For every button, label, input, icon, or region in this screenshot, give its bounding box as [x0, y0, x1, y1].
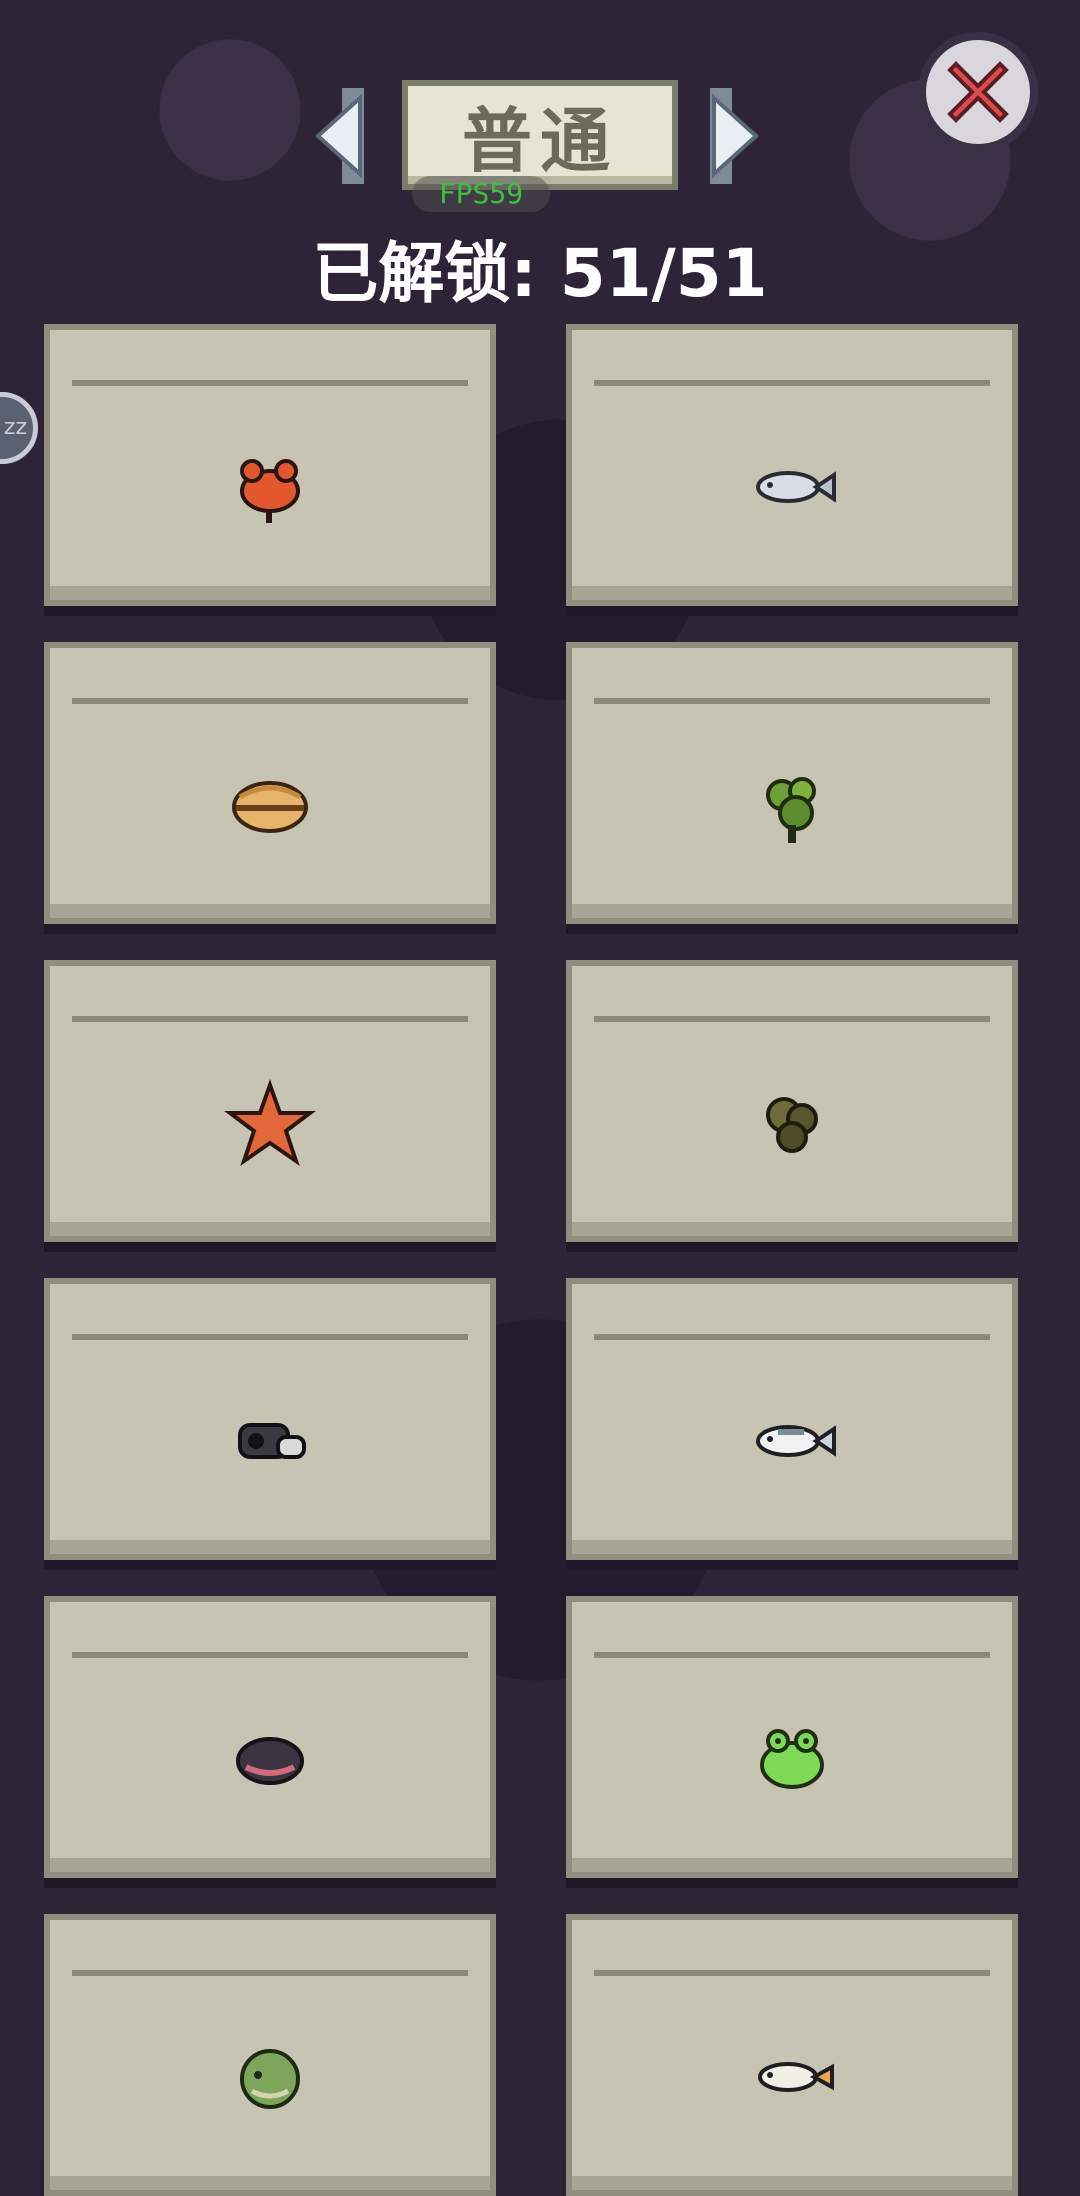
green-frog-icon: [760, 1728, 824, 1789]
item-card[interactable]: [566, 1278, 1018, 1560]
header: 普通 FPS59 已解锁: 51/51: [0, 0, 1080, 312]
item-card[interactable]: [44, 324, 496, 606]
close-button[interactable]: [918, 32, 1038, 152]
item-card[interactable]: [566, 324, 1018, 606]
fps-counter: FPS59: [412, 176, 550, 212]
item-card[interactable]: [44, 1596, 496, 1878]
small-fish-icon: [758, 2061, 834, 2092]
item-card[interactable]: [566, 1596, 1018, 1878]
card-divider: [72, 1652, 468, 1658]
orange-starfish-icon: [224, 1078, 316, 1166]
green-seaweed-icon: [766, 776, 816, 843]
card-divider: [72, 1016, 468, 1022]
green-pufferfish-icon: [240, 2048, 300, 2109]
item-card[interactable]: [566, 1914, 1018, 2196]
card-divider: [594, 1016, 990, 1022]
close-x-icon: [947, 61, 1009, 123]
triangle-right-icon[interactable]: [710, 88, 766, 184]
item-card[interactable]: [44, 642, 496, 924]
triangle-left-icon[interactable]: [308, 88, 364, 184]
card-divider: [594, 1334, 990, 1340]
item-card[interactable]: [566, 642, 1018, 924]
mode-label: 普通: [462, 99, 618, 182]
item-grid: [44, 324, 1034, 2196]
item-card[interactable]: [44, 1914, 496, 2196]
silver-fish-icon: [756, 470, 836, 503]
black-boot-icon: [238, 1422, 306, 1459]
red-crab-icon: [240, 458, 300, 523]
unlocked-count: 已解锁: 51/51: [312, 235, 768, 312]
dark-shell-icon: [236, 1736, 304, 1785]
card-divider: [594, 1970, 990, 1976]
card-divider: [72, 698, 468, 704]
card-divider: [72, 1970, 468, 1976]
card-divider: [594, 1652, 990, 1658]
item-card[interactable]: [566, 960, 1018, 1242]
item-card[interactable]: [44, 1278, 496, 1560]
card-divider: [72, 1334, 468, 1340]
item-card[interactable]: [44, 960, 496, 1242]
mode-selector[interactable]: 普通: [402, 80, 678, 190]
card-divider: [594, 380, 990, 386]
card-divider: [72, 380, 468, 386]
clam-shell-icon: [232, 780, 308, 833]
card-divider: [594, 698, 990, 704]
white-fish-icon: [756, 1424, 836, 1457]
dark-seaweed-icon: [766, 1096, 818, 1153]
